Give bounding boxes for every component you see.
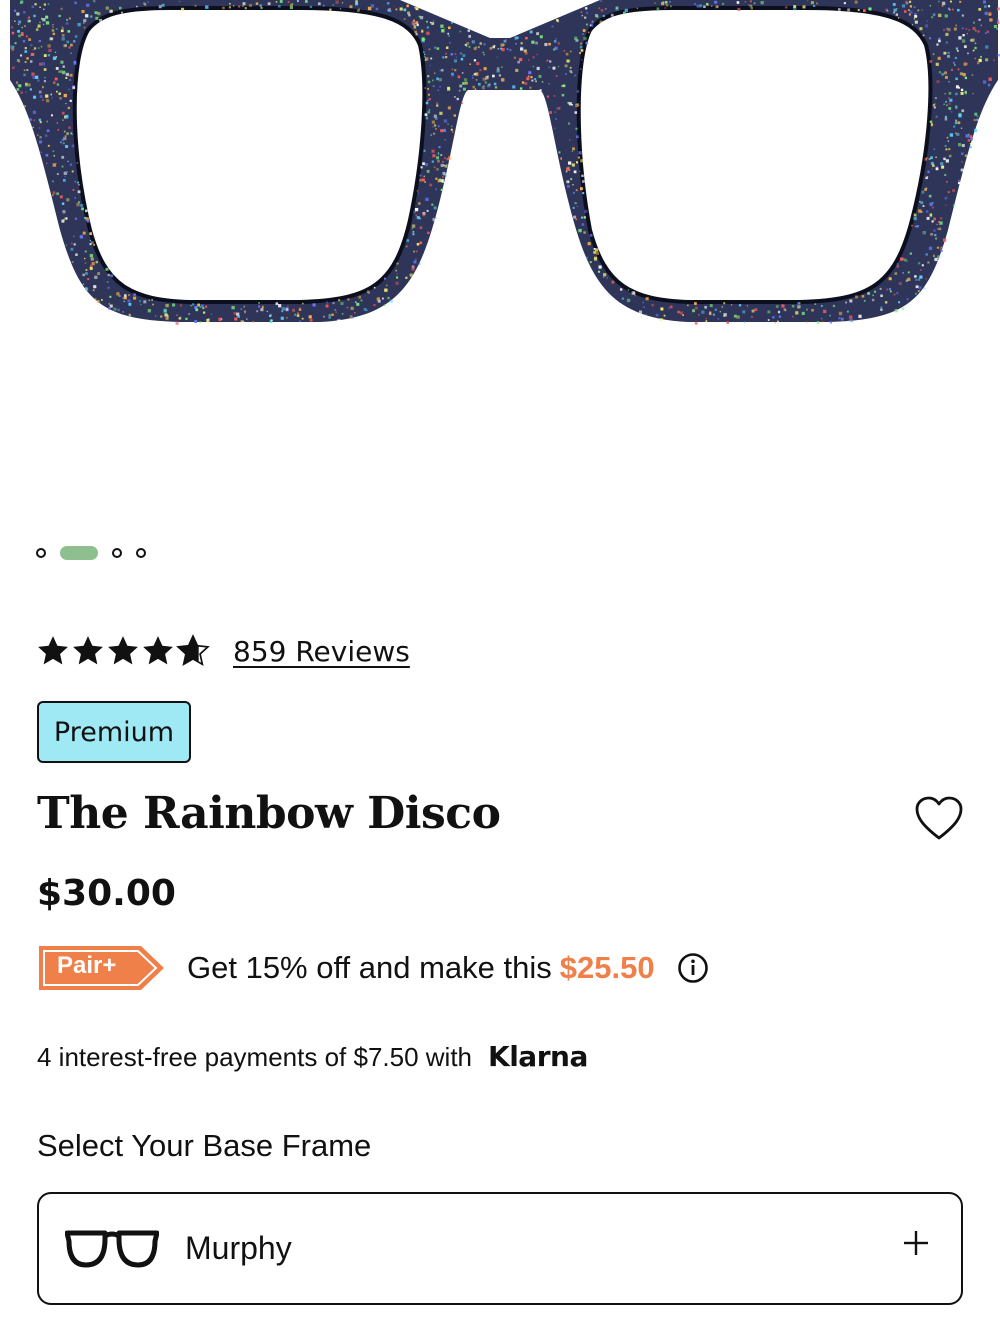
pair-plus-tag: Pair+: [37, 944, 167, 992]
base-frame-name: Murphy: [185, 1230, 292, 1266]
product-price: $30.00: [37, 873, 176, 914]
glasses-front-image: [0, 0, 1000, 325]
klarna-logo: Klarna: [488, 1040, 588, 1073]
base-frame-selector[interactable]: Murphy: [37, 1192, 963, 1305]
product-image[interactable]: [0, 0, 1000, 470]
info-icon[interactable]: [677, 952, 709, 984]
star-icon: [38, 636, 68, 665]
plus-icon[interactable]: [901, 1228, 931, 1258]
image-carousel-indicator: [36, 545, 160, 561]
heart-icon[interactable]: [914, 795, 964, 841]
star-icon: [108, 636, 138, 665]
klarna-installments: 4 interest-free payments of $7.50 with K…: [37, 1040, 588, 1073]
promo-discount-price: $25.50: [559, 950, 655, 985]
promo-text: Get 15% off and make this: [187, 950, 552, 985]
pair-plus-promo[interactable]: Pair+ Get 15% off and make this $25.50: [37, 943, 709, 993]
rating-row: 859 Reviews: [36, 634, 410, 668]
star-icon: [143, 636, 173, 665]
base-frame-label: Select Your Base Frame: [37, 1128, 372, 1163]
carousel-dot-active[interactable]: [60, 546, 98, 560]
reviews-link[interactable]: 859 Reviews: [233, 635, 410, 668]
glasses-icon: [65, 1230, 159, 1267]
carousel-dot[interactable]: [112, 548, 122, 558]
carousel-dot[interactable]: [36, 548, 46, 558]
star-icon: [73, 636, 103, 665]
klarna-text: 4 interest-free payments of $7.50 with: [37, 1042, 473, 1072]
star-rating: [36, 634, 211, 668]
product-title: The Rainbow Disco: [37, 788, 501, 839]
pair-plus-label: Pair+: [57, 952, 117, 979]
carousel-dot[interactable]: [136, 548, 146, 558]
star-half-icon: [176, 634, 210, 667]
premium-badge: Premium: [37, 701, 191, 763]
